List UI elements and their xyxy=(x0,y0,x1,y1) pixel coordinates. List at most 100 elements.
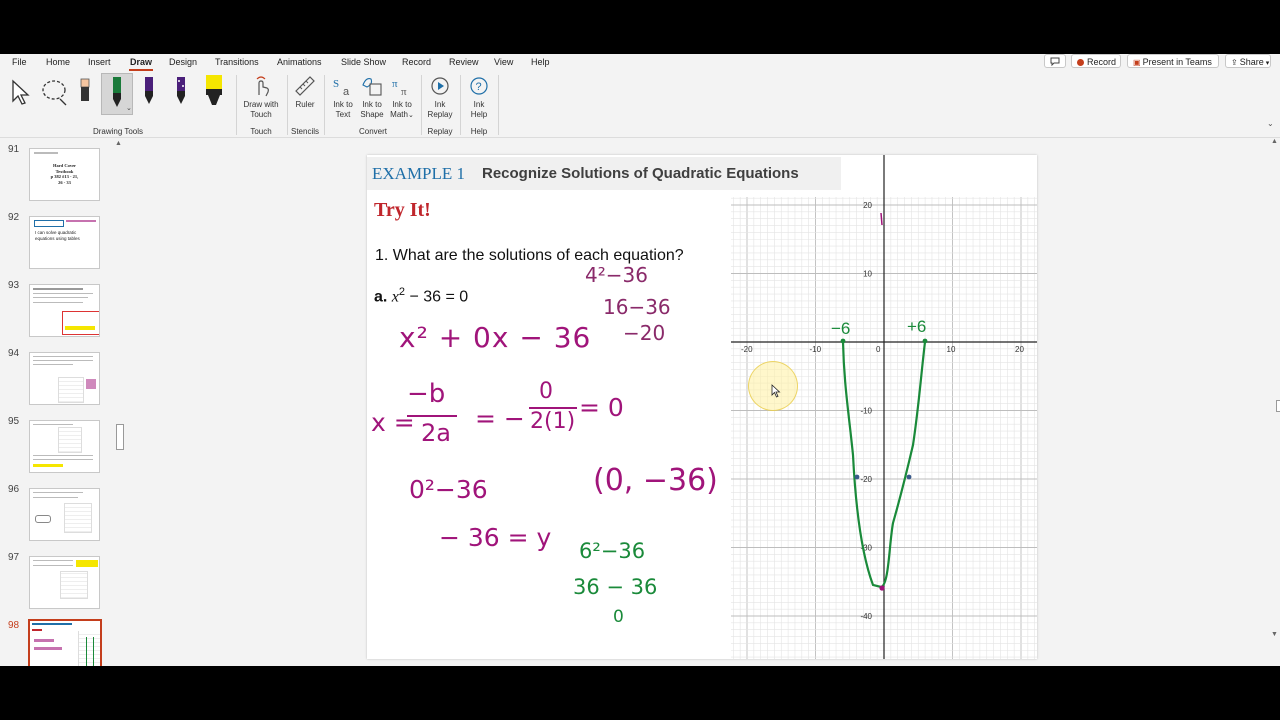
eraser-icon[interactable] xyxy=(79,77,91,105)
thumb-line xyxy=(33,297,88,298)
tab-review[interactable]: Review xyxy=(449,57,479,67)
tab-home[interactable]: Home xyxy=(46,57,70,67)
group-label-touch: Touch xyxy=(250,127,272,136)
ink-to-text-label-2: Text xyxy=(335,110,351,119)
ribbon-collapse-icon[interactable]: ⌄ xyxy=(1267,119,1274,128)
tab-insert[interactable]: Insert xyxy=(88,57,111,67)
present-in-teams-button[interactable]: ▣ Present in Teams xyxy=(1127,54,1219,68)
x-tick-label: 0 xyxy=(876,345,881,354)
ruler-button[interactable]: Ruler xyxy=(290,75,320,110)
record-button[interactable]: Record xyxy=(1071,54,1121,68)
ink-to-math-label-2: Math xyxy=(390,110,408,119)
x-tick-label: 10 xyxy=(947,345,956,354)
ink-zero-numerator: 0 xyxy=(539,379,553,404)
slide-thumbnail-91[interactable]: Hard Cover Textbook p 382 #13 - 21, 26 -… xyxy=(29,148,100,201)
thumb-line xyxy=(33,459,93,460)
scroll-up-icon[interactable]: ▲ xyxy=(1271,138,1278,145)
share-button[interactable]: ⇪ Share ▾ xyxy=(1225,54,1271,68)
ribbon-separator xyxy=(460,75,461,135)
ink-vertex: (0, −36) xyxy=(593,463,718,498)
record-dot-icon xyxy=(1077,59,1084,66)
editor-scrollbar[interactable]: ▲ ▼ xyxy=(1271,138,1280,666)
ink-green-1: 6²−36 xyxy=(579,539,646,563)
thumb-header-line xyxy=(34,152,58,154)
tab-animations[interactable]: Animations xyxy=(277,57,322,67)
ink-mark xyxy=(880,212,883,226)
tab-slide-show[interactable]: Slide Show xyxy=(341,57,386,67)
thumb-line xyxy=(33,455,93,456)
select-arrow-icon[interactable] xyxy=(10,79,32,105)
share-icon: ⇪ xyxy=(1231,58,1238,67)
ink-help-label: Ink xyxy=(473,100,485,109)
ink-line-expanded: x² + 0x − 36 xyxy=(399,321,592,354)
draw-with-touch-label-2: Touch xyxy=(250,110,272,119)
ink-root-left: −6 xyxy=(831,319,850,338)
help-question-icon: ? xyxy=(470,77,488,95)
ink-zero-squared: 0²−36 xyxy=(409,475,488,504)
tab-help[interactable]: Help xyxy=(531,57,550,67)
ink-root-right: +6 xyxy=(907,317,926,336)
svg-text:π: π xyxy=(392,78,398,90)
tab-file[interactable]: File xyxy=(12,57,27,67)
slide-thumbnail-95[interactable] xyxy=(29,420,100,473)
ink-help-button[interactable]: ? Ink Help xyxy=(464,75,494,120)
svg-text:?: ? xyxy=(476,81,482,93)
scrollbar-thumb[interactable] xyxy=(116,424,124,450)
highlighter-yellow-icon[interactable] xyxy=(203,75,225,107)
ink-check-1: 4²−36 xyxy=(585,263,648,287)
thumb-callout xyxy=(62,311,99,335)
draw-with-touch-button[interactable]: Draw with Touch xyxy=(239,75,283,120)
ink-to-shape-label: Ink to xyxy=(362,100,382,109)
root-point-right xyxy=(922,338,928,344)
ink-y-value: − 36 = y xyxy=(439,523,552,552)
scrollbar-thumb[interactable] xyxy=(1276,400,1280,412)
thumb-graph xyxy=(60,571,88,599)
ink-check-2: 16−36 xyxy=(603,295,671,319)
ink-to-math-label: Ink to xyxy=(392,100,412,109)
slide-thumbnail-97[interactable] xyxy=(29,556,100,609)
pen-green-selected[interactable]: ⌄ xyxy=(101,73,133,115)
thumb-line xyxy=(33,360,93,361)
ink-equals-zero: = 0 xyxy=(579,393,624,422)
tab-draw[interactable]: Draw xyxy=(128,57,154,71)
record-label: Record xyxy=(1087,57,1117,67)
scroll-up-icon[interactable]: ▲ xyxy=(115,140,122,147)
thumb-line xyxy=(33,424,73,425)
x-tick-label: 20 xyxy=(1015,345,1024,354)
tab-record[interactable]: Record xyxy=(402,57,431,67)
y-tick-label: -10 xyxy=(860,407,872,416)
slide-thumbnail-96[interactable] xyxy=(29,488,100,541)
tab-transitions[interactable]: Transitions xyxy=(215,57,259,67)
slide-thumbnail-92[interactable]: I can solve quadratic equations using ta… xyxy=(29,216,100,269)
ink-replay-button[interactable]: Ink Replay xyxy=(424,75,456,120)
ink-two-a: 2a xyxy=(421,419,451,447)
thumb-line xyxy=(32,629,42,631)
ink-to-shape-button[interactable]: Ink to Shape xyxy=(358,75,386,120)
thumb-line xyxy=(33,356,93,357)
svg-text:S: S xyxy=(333,78,339,90)
slide-thumbnail-98-selected[interactable] xyxy=(28,619,102,666)
slide-number: 91 xyxy=(8,144,20,155)
chevron-down-icon: ⌄ xyxy=(407,112,414,119)
scroll-down-icon[interactable]: ▼ xyxy=(1271,631,1278,638)
slide-thumbnail-94[interactable] xyxy=(29,352,100,405)
thumbnail-scrollbar[interactable]: ▲ xyxy=(114,140,125,666)
ribbon-separator xyxy=(498,75,499,135)
slide-thumbnail-93[interactable] xyxy=(29,284,100,337)
comments-button[interactable] xyxy=(1044,54,1066,68)
slide-canvas[interactable]: EXAMPLE 1 Recognize Solutions of Quadrat… xyxy=(367,155,1037,659)
tab-view[interactable]: View xyxy=(494,57,513,67)
ink-to-math-button[interactable]: π π Ink to Math⌄ xyxy=(387,75,417,121)
ruler-label: Ruler xyxy=(295,100,315,109)
ink-to-text-button[interactable]: S a Ink to Text xyxy=(329,75,357,120)
pen-purple-icon[interactable] xyxy=(143,77,155,105)
ink-work-area: x² + 0x − 36 x = −b 2a = − 0 2(1) = 0 0²… xyxy=(367,155,731,659)
tab-design[interactable]: Design xyxy=(169,57,197,67)
pen-galaxy-icon[interactable] xyxy=(175,77,187,105)
ruler-icon xyxy=(295,76,315,96)
lasso-select-icon[interactable] xyxy=(40,77,70,107)
thumb-line xyxy=(33,302,83,303)
slide-number: 96 xyxy=(8,484,20,495)
y-tick-label: -40 xyxy=(860,612,872,621)
touch-hand-icon xyxy=(256,76,269,97)
